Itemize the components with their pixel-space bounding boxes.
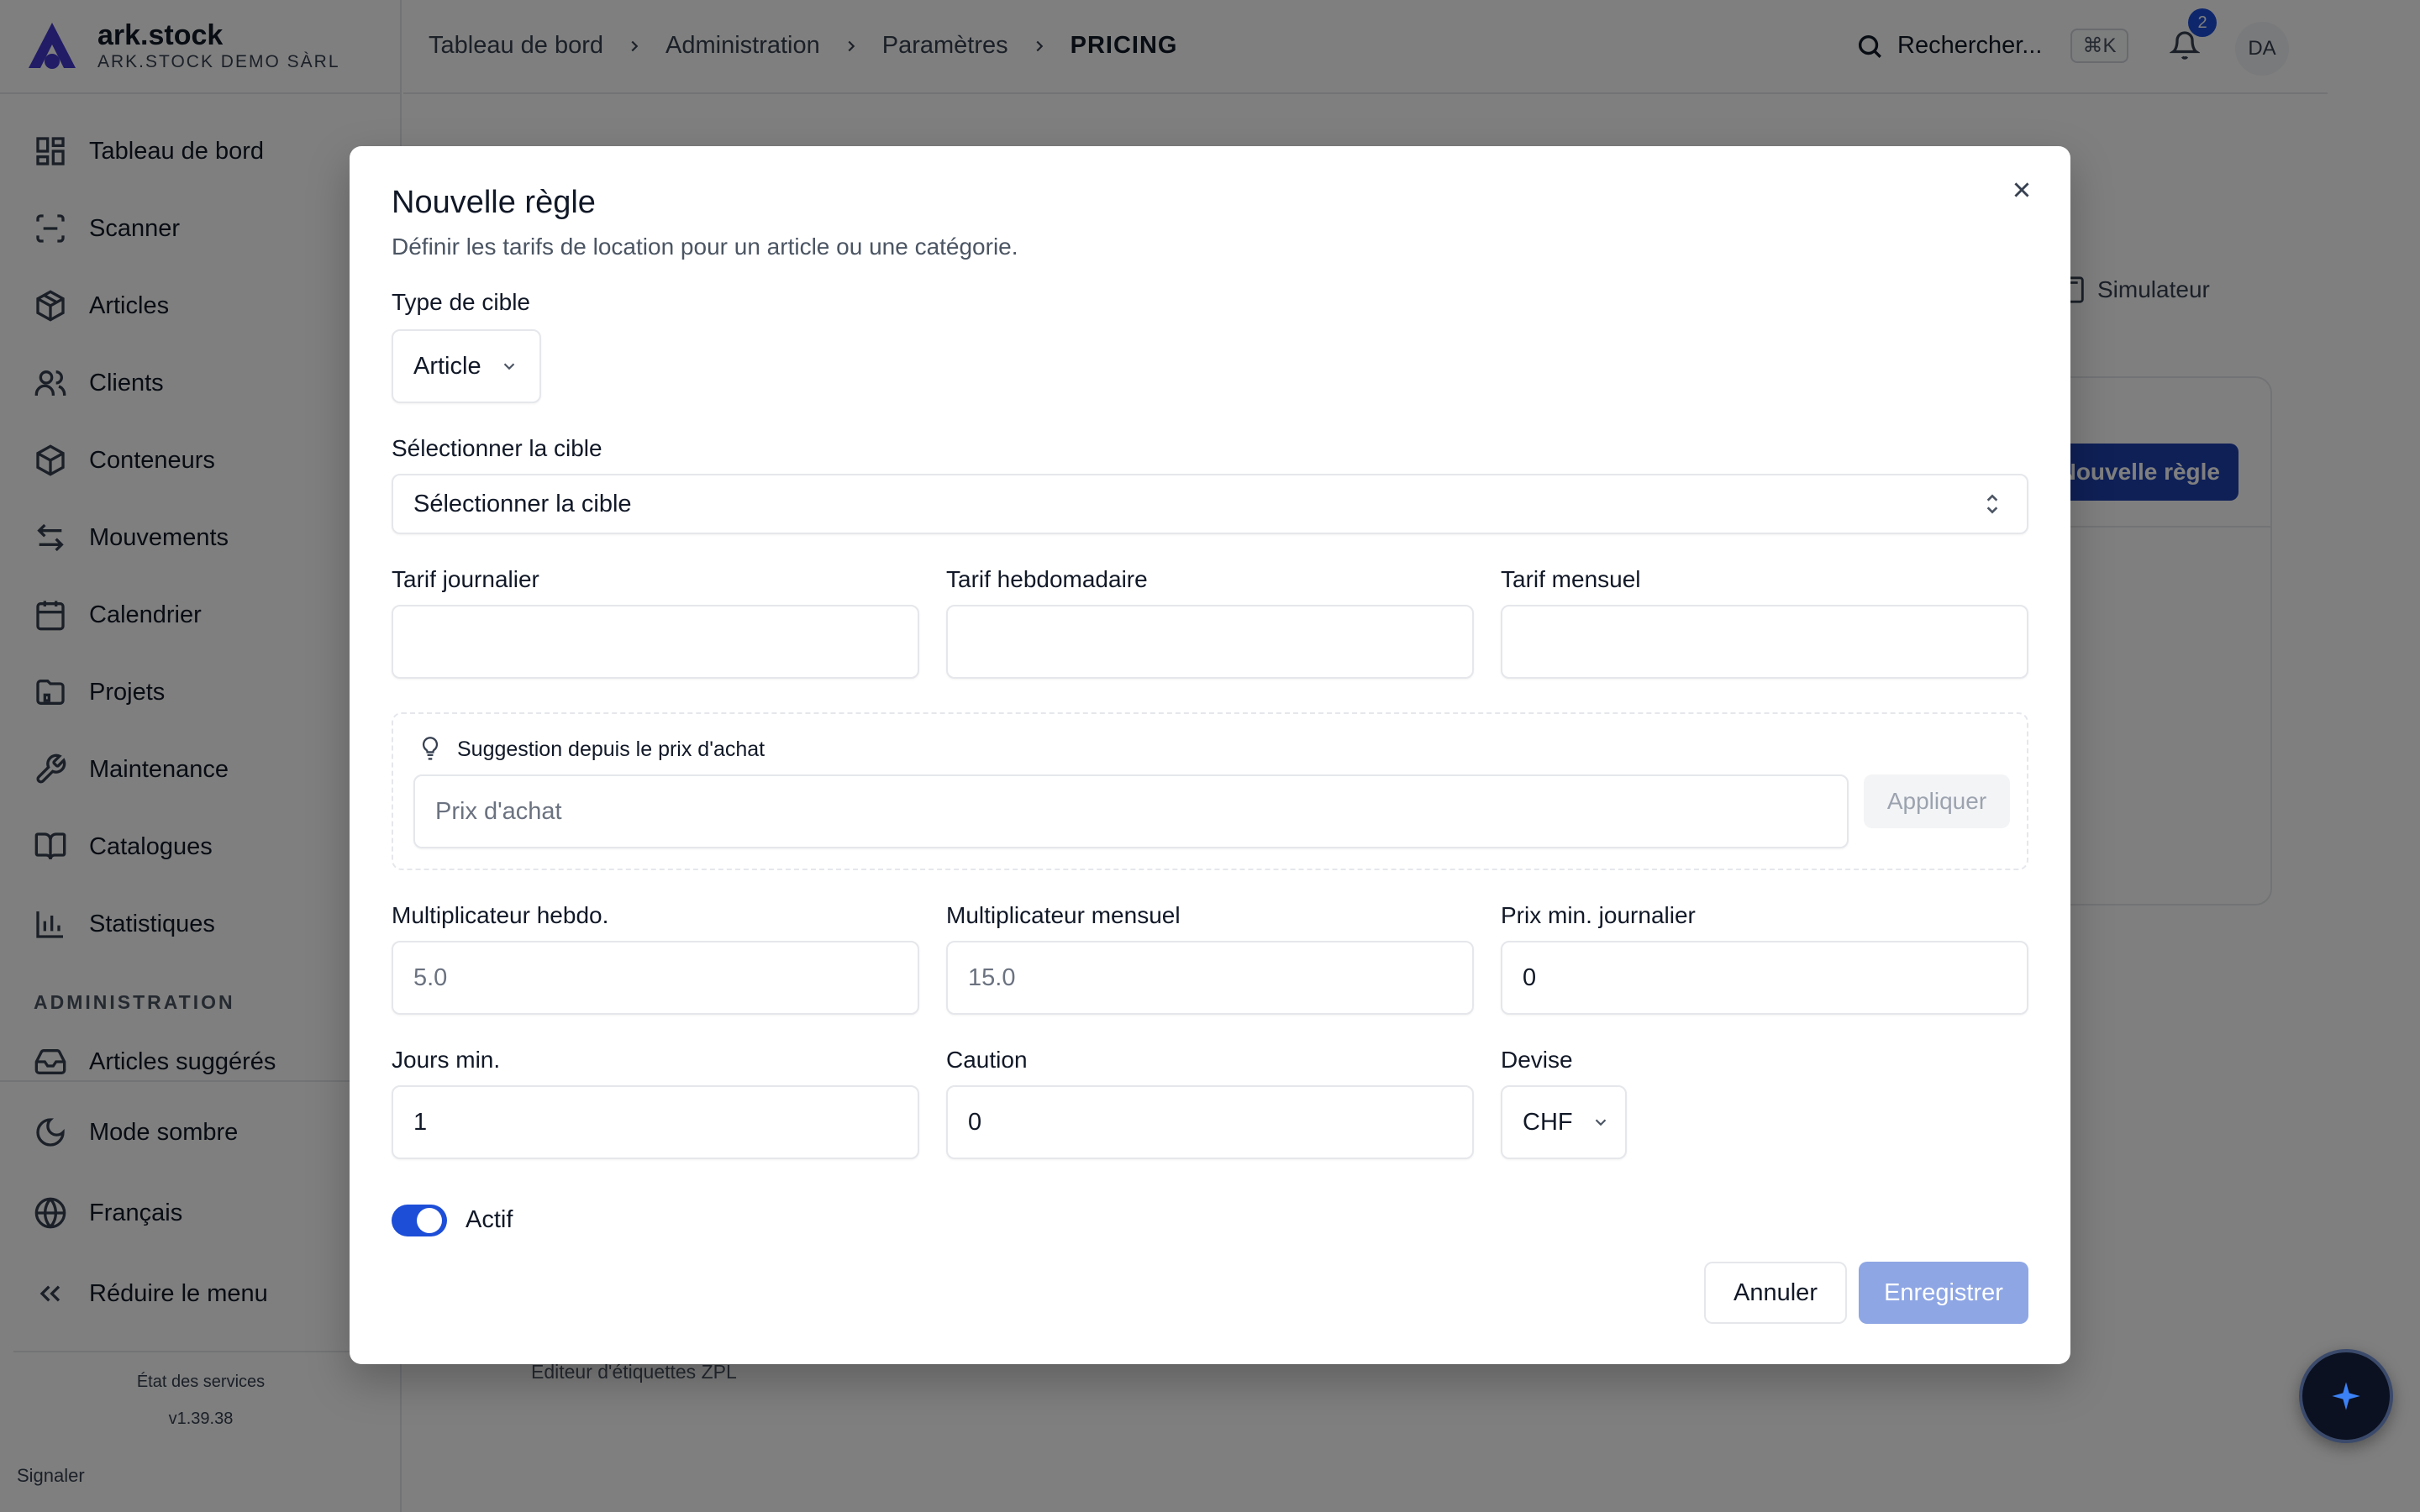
weekly-multiplier-input[interactable]: 5.0 [392, 941, 919, 1015]
monthly-multiplier-input[interactable]: 15.0 [946, 941, 1474, 1015]
monthly-rate-input[interactable] [1501, 605, 2028, 679]
save-button[interactable]: Enregistrer [1859, 1262, 2028, 1324]
dialog-description: Définir les tarifs de location pour un a… [392, 234, 1018, 260]
monthly-multiplier-label: Multiplicateur mensuel [946, 902, 1181, 928]
sparkle-icon [2332, 1382, 2360, 1410]
currency-value: CHF [1523, 1108, 1573, 1136]
weekly-rate-input[interactable] [946, 605, 1474, 679]
close-button[interactable] [2005, 173, 2039, 207]
target-type-value: Article [413, 352, 481, 380]
active-switch[interactable] [392, 1205, 447, 1236]
daily-rate-label: Tarif journalier [392, 566, 539, 592]
deposit-label: Caution [946, 1047, 1028, 1073]
target-type-label: Type de cible [392, 289, 530, 315]
lightbulb-icon [422, 737, 439, 760]
chevron-down-icon [1595, 1119, 1606, 1126]
purchase-price-input[interactable]: Prix d'achat [413, 774, 1849, 848]
min-days-input[interactable]: 1 [392, 1085, 919, 1159]
suggestion-title: Suggestion depuis le prix d'achat [457, 737, 765, 761]
min-daily-price-label: Prix min. journalier [1501, 902, 1696, 928]
target-type-select[interactable]: Article [392, 329, 541, 403]
new-rule-dialog: Nouvelle règle Définir les tarifs de loc… [350, 146, 2070, 1364]
purchase-price-suggestion: Suggestion depuis le prix d'achat Prix d… [392, 712, 2028, 870]
suggestion-header: Suggestion depuis le prix d'achat [418, 736, 765, 763]
target-combobox-value: Sélectionner la cible [413, 490, 632, 517]
chevron-down-icon [503, 363, 514, 370]
target-label: Sélectionner la cible [392, 435, 602, 461]
weekly-multiplier-label: Multiplicateur hebdo. [392, 902, 609, 928]
currency-select[interactable]: CHF [1501, 1085, 1627, 1159]
min-daily-price-input[interactable]: 0 [1501, 941, 2028, 1015]
min-days-label: Jours min. [392, 1047, 501, 1073]
active-label: Actif [466, 1206, 513, 1233]
close-icon [2014, 182, 2029, 197]
weekly-rate-label: Tarif hebdomadaire [946, 566, 1148, 592]
dialog-title: Nouvelle règle [392, 185, 596, 220]
deposit-input[interactable]: 0 [946, 1085, 1474, 1159]
target-combobox[interactable]: Sélectionner la cible [392, 474, 2028, 534]
chevrons-up-down-icon [1986, 494, 1998, 514]
apply-button[interactable]: Appliquer [1864, 774, 2010, 828]
daily-rate-input[interactable] [392, 605, 919, 679]
monthly-rate-label: Tarif mensuel [1501, 566, 1641, 592]
ai-assistant-button[interactable] [2299, 1349, 2393, 1443]
switch-knob [417, 1208, 442, 1233]
cancel-button[interactable]: Annuler [1704, 1262, 1847, 1324]
currency-label: Devise [1501, 1047, 1573, 1073]
